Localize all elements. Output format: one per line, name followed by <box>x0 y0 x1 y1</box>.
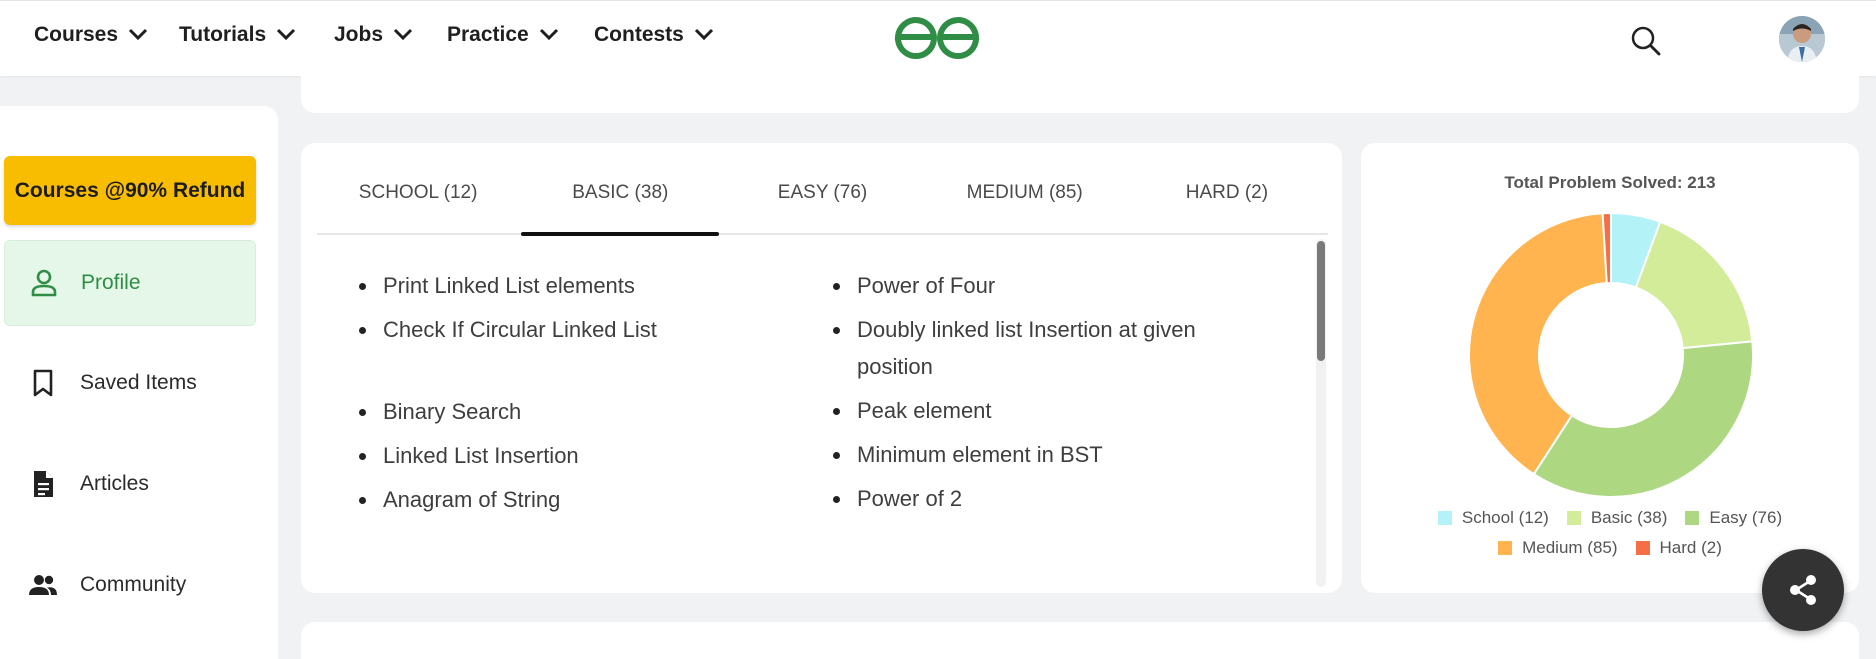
legend-label: Hard (2) <box>1659 538 1722 557</box>
list-item[interactable]: Check If Circular Linked List <box>357 311 777 348</box>
profile-header-card <box>301 70 1859 113</box>
avatar-image-icon <box>1779 16 1825 62</box>
tab-school[interactable]: SCHOOL (12) <box>317 153 519 233</box>
legend-swatch <box>1437 511 1452 525</box>
top-navbar: Courses Tutorials Jobs Practice Contests <box>0 0 1876 76</box>
nav-jobs[interactable]: Jobs <box>334 23 413 47</box>
chevron-down-icon <box>393 28 413 41</box>
list-item[interactable]: Binary Search <box>357 393 777 430</box>
search-icon[interactable] <box>1630 25 1662 57</box>
problem-list: Print Linked List elements Check If Circ… <box>317 237 1317 587</box>
nav-contests[interactable]: Contests <box>594 23 714 47</box>
legend-label: Basic (38) <box>1590 508 1668 527</box>
nav-tutorials-label: Tutorials <box>179 23 267 46</box>
sidebar: Courses @90% Refund Profile Saved Items … <box>0 106 278 659</box>
list-item[interactable]: Linked List Insertion <box>357 437 777 474</box>
sidebar-item-community[interactable]: Community <box>4 542 256 628</box>
chart-legend: School (12) Basic (38) Easy (76) Medium (85… <box>1361 508 1859 558</box>
nav-practice-label: Practice <box>447 23 529 46</box>
people-icon <box>29 575 57 595</box>
legend-label: Easy (76) <box>1709 508 1783 527</box>
problem-column-left: Print Linked List elements Check If Circ… <box>357 237 777 518</box>
solved-chart-card: Total Problem Solved: 213 School (12) Bas… <box>1361 143 1859 593</box>
bookmark-icon <box>33 369 53 397</box>
tab-easy[interactable]: EASY (76) <box>721 153 923 233</box>
person-icon <box>31 269 57 297</box>
nav-contests-label: Contests <box>594 23 684 46</box>
share-button[interactable] <box>1762 549 1844 631</box>
sidebar-item-saved-items[interactable]: Saved Items <box>4 340 256 426</box>
legend-swatch <box>1635 541 1650 555</box>
legend-swatch <box>1566 511 1581 525</box>
legend-item[interactable]: Basic (38) <box>1566 508 1668 528</box>
list-item[interactable]: Power of 2 <box>831 480 1241 517</box>
gfg-logo-icon[interactable] <box>890 13 984 65</box>
share-icon <box>1790 575 1816 605</box>
list-item[interactable]: Minimum element in BST <box>831 436 1241 473</box>
chevron-down-icon <box>539 28 558 41</box>
tab-basic[interactable]: BASIC (38) <box>519 153 721 236</box>
chevron-down-icon <box>694 28 713 41</box>
list-item[interactable]: Anagram of String <box>357 481 777 518</box>
problems-donut-chart <box>1468 211 1754 498</box>
document-icon <box>34 471 53 497</box>
chart-title: Total Problem Solved: 213 <box>1504 173 1716 192</box>
legend-item[interactable]: Easy (76) <box>1685 508 1782 528</box>
legend-item[interactable]: Hard (2) <box>1635 538 1722 558</box>
nav-courses-label: Courses <box>34 23 119 46</box>
chevron-down-icon <box>277 28 296 41</box>
slice-basic[interactable] <box>1634 220 1754 350</box>
sidebar-item-articles[interactable]: Articles <box>4 441 256 527</box>
legend-label: Medium (85) <box>1522 538 1618 557</box>
solved-problems-card: SCHOOL (12) BASIC (38) EASY (76) MEDIUM … <box>301 143 1342 593</box>
sidebar-item-label: Saved Items <box>80 371 197 394</box>
nav-practice[interactable]: Practice <box>447 23 559 47</box>
scrollbar-thumb[interactable] <box>1317 241 1325 361</box>
user-avatar[interactable] <box>1779 16 1825 62</box>
chevron-down-icon <box>128 28 148 41</box>
sidebar-item-label: Articles <box>80 472 149 495</box>
nav-jobs-label: Jobs <box>334 23 384 46</box>
courses-refund-button[interactable]: Courses @90% Refund <box>4 156 256 225</box>
legend-item[interactable]: Medium (85) <box>1498 538 1618 558</box>
legend-item[interactable]: School (12) <box>1437 508 1549 528</box>
legend-swatch <box>1498 541 1513 555</box>
list-item[interactable]: Print Linked List elements <box>357 267 777 304</box>
nav-courses[interactable]: Courses <box>34 23 148 47</box>
bottom-card <box>301 622 1859 659</box>
legend-swatch <box>1685 511 1700 525</box>
list-item[interactable]: Peak element <box>831 392 1241 429</box>
list-item[interactable]: Power of Four <box>831 267 1241 304</box>
problem-list-scrollbar[interactable] <box>1316 239 1326 587</box>
problem-column-right: Power of Four Doubly linked list Inserti… <box>831 237 1241 517</box>
legend-label: School (12) <box>1461 508 1549 527</box>
difficulty-tabs: SCHOOL (12) BASIC (38) EASY (76) MEDIUM … <box>317 153 1328 236</box>
sidebar-item-label: Community <box>80 573 187 596</box>
sidebar-item-label: Profile <box>81 271 141 294</box>
list-item[interactable]: Doubly linked list Insertion at given po… <box>831 311 1241 385</box>
tab-medium[interactable]: MEDIUM (85) <box>924 153 1126 233</box>
nav-tutorials[interactable]: Tutorials <box>179 23 296 47</box>
sidebar-item-profile[interactable]: Profile <box>4 240 256 326</box>
tab-hard[interactable]: HARD (2) <box>1126 153 1328 233</box>
